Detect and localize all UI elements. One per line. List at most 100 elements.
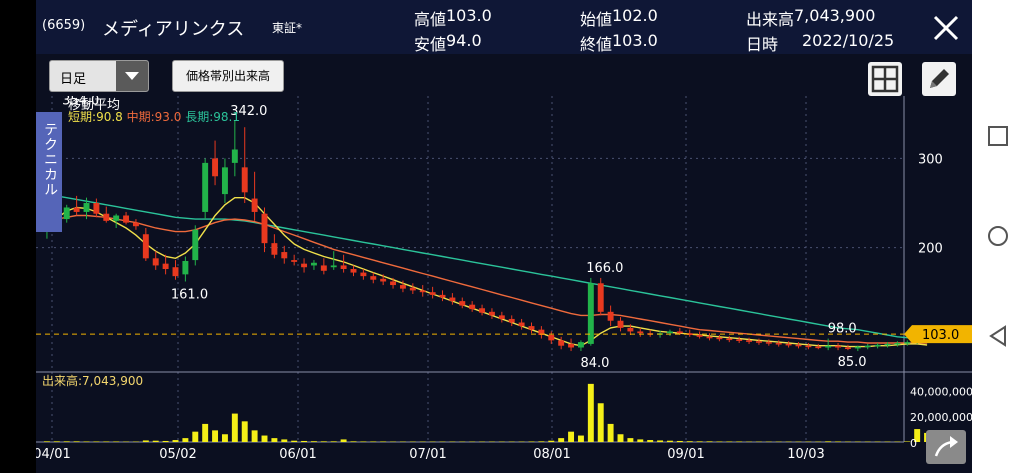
candle-body [301,263,308,268]
volume-panel-label: 出来高:7,043,900 [42,374,144,388]
volume-bar [301,440,308,442]
open-value: 102.0 [612,6,658,25]
candle-body [805,345,812,348]
back-button[interactable] [986,324,1010,348]
volume-bar [83,441,90,442]
candle-body [449,297,456,302]
volume-bar [587,383,594,442]
period-select[interactable]: 日足 [49,60,149,92]
candle-body [241,167,248,193]
candle-body [904,342,911,344]
pencil-icon [930,69,949,88]
volume-bar [380,441,387,442]
stock-code: (6659) [42,18,86,33]
close-label: 終値 [580,35,613,54]
volume-bar [666,440,673,442]
candle-body [182,260,189,275]
volume-bar [627,438,634,442]
volume-bar [310,441,317,442]
circle-icon [988,226,1008,246]
candle-body [419,290,426,293]
y-tick-label: 200 [918,242,943,257]
volume-bar [350,441,357,442]
volume-bar [597,403,604,442]
grid-icon [871,65,899,93]
recent-apps-button[interactable] [986,124,1010,148]
date-label: 日時 [746,35,779,54]
layout-grid-button[interactable] [868,62,902,96]
volume-bar [528,441,535,442]
period-select-value: 日足 [60,72,87,87]
candle-body [716,337,723,340]
volume-bar [53,441,60,442]
date-value: 2022/10/25 [802,31,895,50]
close-value: 103.0 [612,31,658,50]
price-tag-label: 103.0 [922,328,959,343]
volume-bar [320,441,327,442]
candle-body [577,342,584,348]
volume-bar [577,435,584,442]
volume-bar [63,441,70,442]
share-icon [934,436,958,457]
volume-bar [261,435,268,442]
ma-long-line [46,193,928,340]
price-chart[interactable]: 04/01 05/02 06/01 07/01 08/01 09/01 10/03 300 20… [36,96,972,473]
candle-body [172,267,179,277]
candle-body [93,203,100,214]
volume-bar [93,441,100,442]
close-button[interactable] [926,8,966,48]
volume-bar [676,440,683,442]
candle-body [83,203,90,212]
candle-body [103,213,110,221]
volume-bar [716,441,723,442]
volume-bar [142,440,149,442]
high-value: 103.0 [446,6,492,25]
volume-bar [162,440,169,442]
candle-body [498,315,505,319]
share-button[interactable] [926,430,966,464]
candle-body [864,345,871,348]
candle-body [874,344,881,347]
low-label: 安値 [414,35,447,54]
volume-bar [825,441,832,442]
draw-button[interactable] [922,62,956,96]
technical-tab[interactable]: テクニカル [36,112,62,232]
ma-short-value: 90.8 [96,110,123,124]
candle-body [568,343,575,348]
candle-body [755,341,762,343]
chart-toolbar: 日足 価格帯別出来高 [36,54,972,96]
candle-body [152,258,159,266]
volume-bar [251,430,258,442]
candle-body [825,345,832,348]
volume-bar [706,441,713,442]
ma-mid-line [46,214,928,344]
close-icon [933,15,959,41]
volume-profile-button[interactable]: 価格帯別出来高 [172,60,284,92]
volume-bar [726,441,733,442]
candle-body [142,234,149,259]
candle-body [835,345,842,348]
high-label: 高値 [414,10,447,29]
candle-body [775,343,782,345]
technical-tab-label: テクニカル [42,122,58,197]
candle-body [340,265,347,270]
candle-body [221,167,228,195]
candle-body [726,338,733,341]
volume-value: 7,043,900 [794,6,876,25]
volume-bar [152,440,159,442]
candle-body [765,342,772,344]
volume-bar [271,438,278,442]
volume-tick-label: 20,000,000 [910,411,972,424]
candle-body [409,287,416,291]
ma-long-label: 長期 [185,110,210,124]
candle-body [350,269,357,273]
volume-bar [538,441,545,442]
ma-long-value: 98.1 [213,110,240,124]
ma-mid-label: 中期 [126,110,151,124]
candle-body [844,347,851,349]
volume-bar [736,441,743,442]
volume-bar [231,413,238,442]
quote-header: (6659) メディアリンクス 東証* 高値 103.0 安値 94.0 始値 … [36,0,972,54]
home-button[interactable] [986,224,1010,248]
stock-name: メディアリンクス [102,19,245,40]
